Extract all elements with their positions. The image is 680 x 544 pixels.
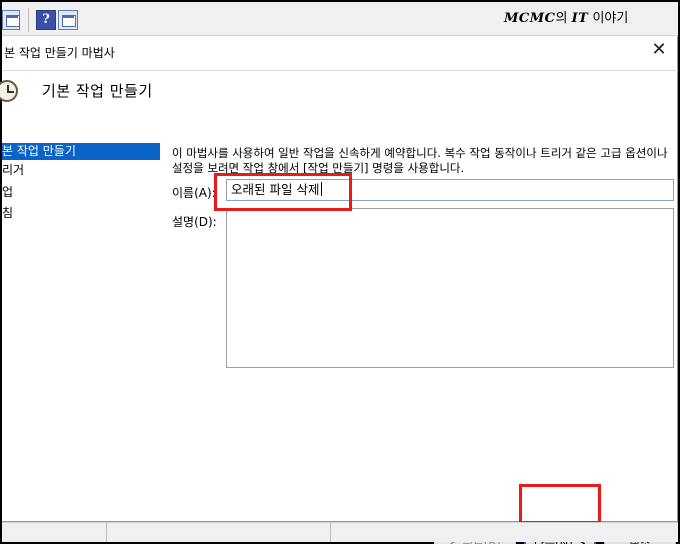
nav-item-finish[interactable]: 침 bbox=[2, 205, 160, 222]
window-icon[interactable] bbox=[2, 10, 20, 30]
background-toolbar: ? MCMC의 IT 이야기 bbox=[2, 2, 678, 36]
footer-divider bbox=[330, 522, 331, 542]
toolbar-separator bbox=[28, 8, 29, 32]
footer-divider bbox=[106, 522, 107, 542]
description-textarea[interactable] bbox=[226, 208, 674, 368]
nav-item-trigger[interactable]: 리거 bbox=[2, 162, 160, 179]
help-icon[interactable]: ? bbox=[36, 10, 56, 30]
nav-item-action[interactable]: 업 bbox=[2, 184, 160, 201]
close-icon[interactable]: ✕ bbox=[649, 40, 669, 60]
dialog-title: 본 작업 만들기 마법사 bbox=[4, 46, 115, 60]
watermark-brand: MCMC bbox=[504, 11, 556, 26]
clock-icon bbox=[0, 80, 18, 102]
nav-item-create-basic-task[interactable]: 본 작업 만들기 bbox=[2, 143, 160, 160]
name-field-highlight bbox=[214, 173, 352, 211]
header-divider bbox=[2, 70, 678, 71]
wizard-heading: 기본 작업 만들기 bbox=[42, 82, 153, 100]
watermark-tail: 이야기 bbox=[588, 11, 629, 26]
description-label: 설명(D): bbox=[172, 215, 217, 229]
next-button-highlight bbox=[519, 484, 601, 524]
wizard-intro-text: 이 마법사를 사용하여 일반 작업을 신속하게 예약합니다. 복수 작업 동작이… bbox=[172, 146, 668, 175]
panel-icon[interactable] bbox=[58, 10, 78, 30]
watermark-particle: 의 bbox=[555, 11, 572, 26]
background-footer bbox=[2, 522, 678, 542]
watermark-it: IT bbox=[571, 11, 589, 26]
name-label: 이름(A): bbox=[172, 186, 216, 200]
create-basic-task-wizard: 본 작업 만들기 마법사 ✕ 기본 작업 만들기 본 작업 만들기 리거 업 침… bbox=[0, 36, 678, 544]
blog-watermark: MCMC의 IT 이야기 bbox=[504, 11, 628, 27]
